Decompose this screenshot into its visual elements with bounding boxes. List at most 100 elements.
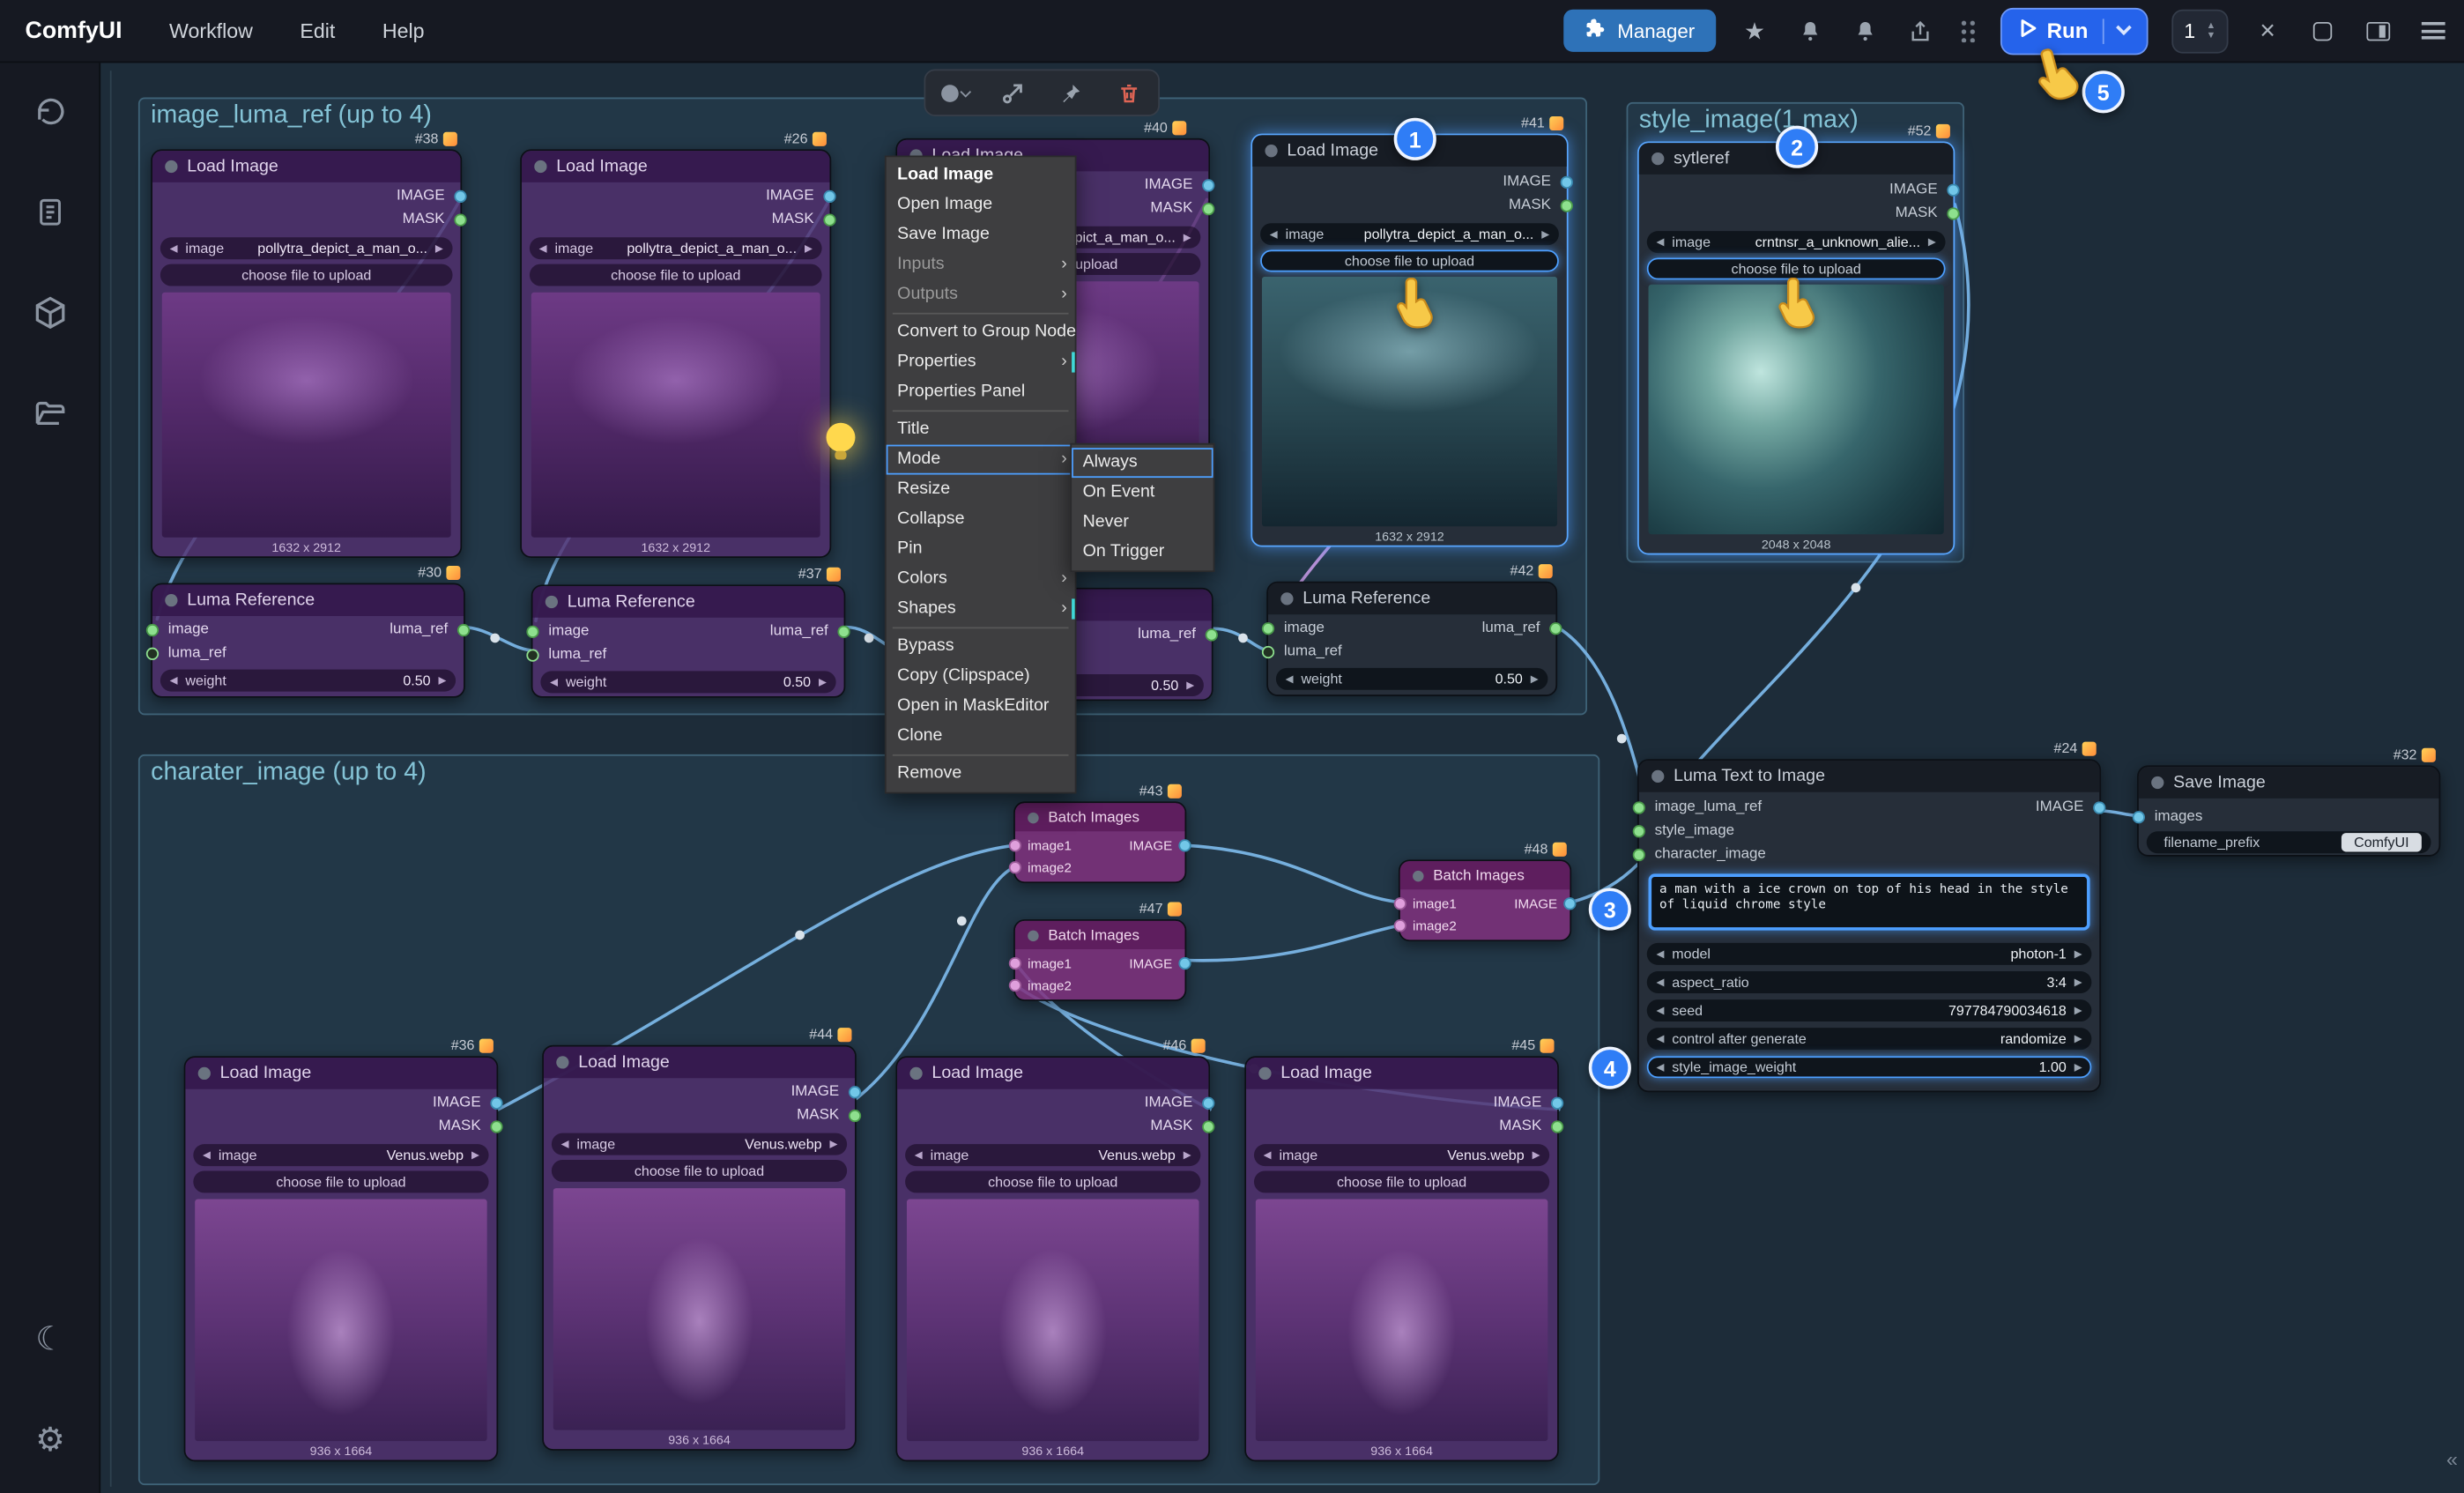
output-port-image[interactable] [1947, 184, 1959, 197]
menu-workflow[interactable]: Workflow [169, 19, 253, 42]
image-combo-widget[interactable]: ◀imageVenus.webp▶ [1254, 1144, 1549, 1166]
image-combo-widget[interactable]: ◀imageVenus.webp▶ [552, 1133, 847, 1155]
workflows-icon[interactable] [30, 195, 71, 235]
node-luma-reference-37[interactable]: #37 Luma Reference imageluma_ref luma_re… [531, 584, 846, 697]
input-port-image[interactable] [1262, 622, 1274, 635]
node-header[interactable]: Batch Images [1015, 803, 1185, 831]
input-port-images[interactable] [2133, 811, 2145, 823]
input-port-image[interactable] [146, 624, 159, 636]
upload-button[interactable]: choose file to upload [905, 1170, 1200, 1192]
prev-value-icon[interactable]: ◀ [170, 242, 178, 255]
node-luma-reference-30[interactable]: #30 Luma Reference imageluma_ref luma_re… [151, 583, 465, 698]
decrement-icon[interactable]: ◀ [1286, 672, 1294, 685]
node-load-image-46[interactable]: #46 Load Image IMAGE MASK ◀imageVenus.we… [895, 1056, 1210, 1461]
increment-icon[interactable]: ▶ [1531, 672, 1539, 685]
output-port-image[interactable] [1202, 179, 1214, 191]
menu-edit[interactable]: Edit [300, 19, 335, 42]
node-load-image-45[interactable]: #45 Load Image IMAGE MASK ◀imageVenus.we… [1244, 1056, 1559, 1461]
image-combo-widget[interactable]: ◀imageVenus.webp▶ [905, 1144, 1200, 1166]
style-image-weight-widget[interactable]: ◀style_image_weight1.00▶ [1647, 1056, 2092, 1078]
decrement-icon[interactable]: ▼ [2207, 31, 2216, 41]
node-luma-text-to-image[interactable]: #24 Luma Text to Image image_luma_refIMA… [1637, 759, 2101, 1092]
input-port-image1[interactable] [1009, 957, 1021, 969]
collapse-dot-icon[interactable] [1258, 1067, 1271, 1080]
menu-item-title[interactable]: Title [887, 415, 1075, 445]
menu-item-inputs[interactable]: Inputs› [887, 250, 1075, 280]
output-port-image[interactable] [490, 1097, 502, 1110]
bypass-icon[interactable] [996, 76, 1030, 110]
output-port-mask[interactable] [454, 214, 466, 227]
output-port-image[interactable] [1563, 897, 1576, 910]
next-value-icon[interactable]: ▶ [1184, 1148, 1191, 1161]
output-port-mask[interactable] [1947, 207, 1959, 219]
input-port-image[interactable] [526, 626, 538, 638]
menu-item-shapes[interactable]: Shapes› [887, 594, 1075, 624]
next-value-icon[interactable]: ▶ [2074, 976, 2082, 988]
node-color-picker-icon[interactable] [938, 76, 972, 110]
menu-item-outputs[interactable]: Outputs› [887, 279, 1075, 309]
image-preview[interactable] [531, 293, 820, 538]
output-port-luma-ref[interactable] [1549, 622, 1562, 635]
output-port-image[interactable] [454, 190, 466, 203]
decrement-icon[interactable]: ◀ [1656, 1061, 1664, 1073]
upload-button[interactable]: choose file to upload [530, 264, 822, 286]
image-preview[interactable] [162, 293, 451, 538]
menu-item-properties[interactable]: Properties› [887, 347, 1075, 377]
theme-moon-icon[interactable]: ☾ [30, 1320, 71, 1361]
output-port-luma-ref[interactable] [1206, 628, 1218, 641]
input-port-style-image[interactable] [1633, 825, 1645, 837]
collapse-dot-icon[interactable] [1280, 592, 1293, 605]
image-combo-widget[interactable]: ◀imagepollytra_depict_a_man_o...▶ [1260, 223, 1559, 245]
increment-icon[interactable]: ▶ [439, 674, 447, 687]
delete-icon[interactable] [1112, 76, 1147, 110]
output-port-image[interactable] [2093, 801, 2105, 813]
share-icon[interactable] [1904, 15, 1935, 47]
output-port-mask[interactable] [823, 214, 835, 227]
collapse-dot-icon[interactable] [1265, 145, 1277, 157]
node-load-image-38[interactable]: #38 Load Image IMAGE MASK ◀imagepollytra… [151, 149, 462, 558]
collapse-dot-icon[interactable] [198, 1067, 211, 1080]
next-value-icon[interactable]: ▶ [1928, 235, 1936, 248]
node-header[interactable]: Load Image [185, 1058, 496, 1089]
submenu-item-on-trigger[interactable]: On Trigger [1072, 538, 1213, 568]
prev-value-icon[interactable]: ◀ [1656, 976, 1664, 988]
node-header[interactable]: Load Image [522, 151, 829, 182]
collapse-dot-icon[interactable] [1651, 770, 1664, 783]
next-value-icon[interactable]: ▶ [2074, 1033, 2082, 1045]
node-load-image-44[interactable]: #44 Load Image IMAGE MASK ◀imageVenus.we… [542, 1045, 857, 1451]
increment-icon[interactable]: ▶ [1186, 679, 1194, 691]
filename-prefix-widget[interactable]: filename_prefixComfyUI [2147, 831, 2431, 853]
canvas[interactable]: image_luma_ref (up to 4) style_image(1 m… [0, 0, 2464, 1493]
menu-item-open-in-maskeditor[interactable]: Open in MaskEditor [887, 692, 1075, 722]
image-combo-widget[interactable]: ◀imagepollytra_depict_a_man_o...▶ [530, 237, 822, 259]
upload-button[interactable]: choose file to upload [1254, 1170, 1549, 1192]
pin-icon[interactable] [1054, 76, 1088, 110]
panel-collapse-icon[interactable]: « [2446, 1447, 2458, 1471]
upload-button[interactable]: choose file to upload [552, 1160, 847, 1182]
next-value-icon[interactable]: ▶ [1541, 228, 1549, 241]
output-port-mask[interactable] [490, 1120, 502, 1133]
upload-button[interactable]: choose file to upload [160, 264, 453, 286]
menu-item-colors[interactable]: Colors› [887, 564, 1075, 594]
next-value-icon[interactable]: ▶ [1184, 231, 1191, 243]
collapse-dot-icon[interactable] [534, 160, 546, 173]
prev-value-icon[interactable]: ◀ [915, 1148, 923, 1161]
output-port-mask[interactable] [1551, 1120, 1563, 1133]
image-preview[interactable] [195, 1200, 487, 1442]
node-load-image-26[interactable]: #26 Load Image IMAGE MASK ◀imagepollytra… [520, 149, 831, 558]
menu-item-clone[interactable]: Clone [887, 721, 1075, 751]
prev-value-icon[interactable]: ◀ [1270, 228, 1278, 241]
prompt-textarea[interactable]: a man with a ice crown on top of his hea… [1649, 873, 2090, 930]
node-batch-images-48[interactable]: #48 Batch Images image1IMAGE image2 [1399, 859, 1571, 941]
node-header[interactable]: Load Image [152, 151, 460, 182]
seed-widget[interactable]: ◀seed797784790034618▶ [1647, 999, 2092, 1021]
node-header[interactable]: Luma Reference [532, 586, 843, 618]
hamburger-menu-icon[interactable] [2417, 15, 2449, 47]
output-port-image[interactable] [1202, 1097, 1214, 1110]
input-port-character-image[interactable] [1633, 849, 1645, 861]
node-header[interactable]: Load Image [544, 1047, 855, 1079]
run-options-chevron-icon[interactable] [2116, 19, 2132, 35]
menu-item-save-image[interactable]: Save Image [887, 220, 1075, 250]
node-header[interactable]: Luma Reference [1268, 583, 1555, 615]
next-value-icon[interactable]: ▶ [2074, 947, 2082, 960]
